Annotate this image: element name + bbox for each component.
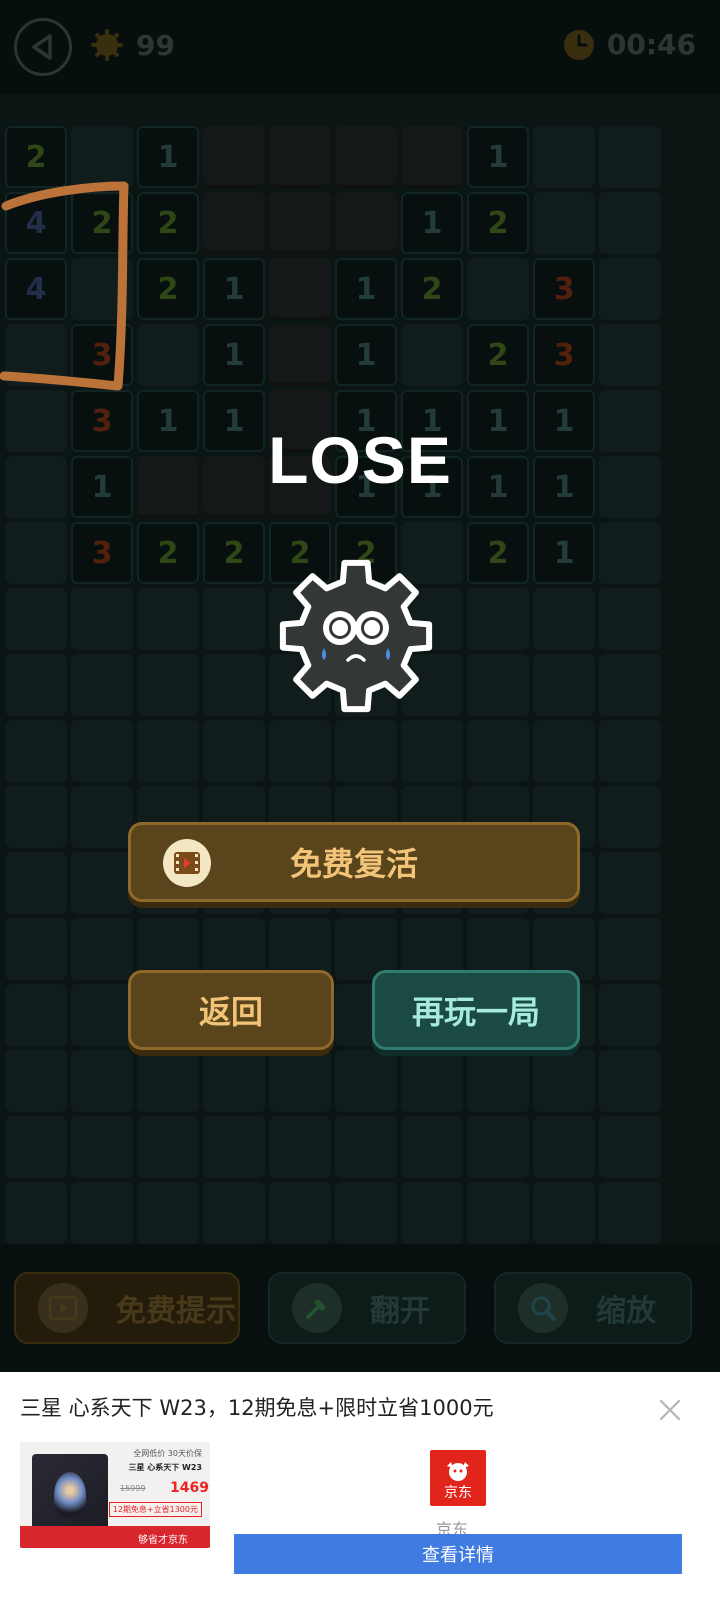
free-revive-button[interactable]: 免费复活 <box>128 822 580 902</box>
lose-overlay: LOSE 免费复活 返回 再玩一局 <box>0 0 720 1400</box>
ad-banner[interactable]: 三星 心系天下 W23，12期免息+限时立省1000元 全网低价 30天价保 三… <box>0 1372 720 1600</box>
ad-old-price: 15999 <box>120 1484 146 1493</box>
sad-gear-icon <box>279 559 433 713</box>
ad-strip-text: 够省才京东 <box>138 1535 188 1546</box>
ad-strip: 够省才京东 <box>20 1526 210 1548</box>
ad-image-line2: 三星 心系天下 W23 <box>128 1463 202 1472</box>
jd-logo: 京东 <box>430 1450 486 1506</box>
play-again-label: 再玩一局 <box>411 993 540 1031</box>
jd-dog-icon <box>447 1462 469 1481</box>
ad-promo: 12期免息+立省1300元 <box>108 1502 202 1517</box>
game-screen: 99 00:46 2114221242112331123311111111111… <box>0 0 720 1600</box>
close-icon[interactable] <box>656 1396 684 1424</box>
view-details-label: 查看详情 <box>422 1545 494 1566</box>
ad-product-image[interactable]: 全网低价 30天价保 三星 心系天下 W23 15999 14699 12期免息… <box>20 1442 210 1548</box>
return-button[interactable]: 返回 <box>128 970 334 1050</box>
jd-logo-text: 京东 <box>444 1485 472 1501</box>
lose-title: LOSE <box>268 423 452 497</box>
ad-new-price: 14699 <box>170 1480 210 1496</box>
play-again-button[interactable]: 再玩一局 <box>372 970 580 1050</box>
free-revive-label: 免费复活 <box>289 845 418 883</box>
view-details-button[interactable]: 查看详情 <box>234 1534 682 1574</box>
return-label: 返回 <box>198 993 263 1031</box>
ad-image-line1: 全网低价 30天价保 <box>133 1449 202 1458</box>
video-icon <box>163 839 211 887</box>
ad-title: 三星 心系天下 W23，12期免息+限时立省1000元 <box>20 1396 494 1420</box>
